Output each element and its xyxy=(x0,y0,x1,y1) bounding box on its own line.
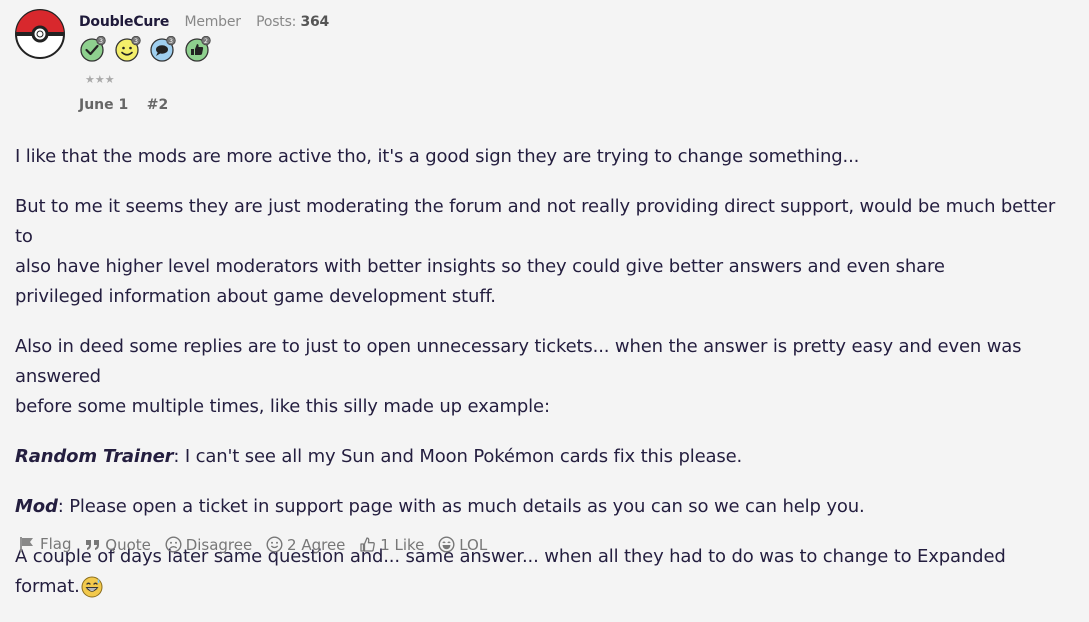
smile-icon xyxy=(266,536,283,553)
flag-button[interactable]: Flag xyxy=(18,535,72,553)
forum-post: DoubleCure Member Posts: 364 3 3 3 2 ★★★… xyxy=(0,0,1089,598)
post-meta: June 1 #2 xyxy=(79,97,168,113)
paragraph-5-text: : Please open a ticket in support page w… xyxy=(57,496,865,517)
paragraph-4-text: : I can't see all my Sun and Moon Pokémo… xyxy=(173,446,743,467)
lol-button[interactable]: LOL xyxy=(438,536,487,554)
chat-badge-icon[interactable]: 3 xyxy=(150,36,176,62)
posts-label: Posts: xyxy=(256,14,297,30)
check-badge-icon[interactable]: 3 xyxy=(80,36,106,62)
speaker-mod: Mod xyxy=(15,496,58,517)
author-line: DoubleCure Member Posts: 364 xyxy=(79,14,329,30)
paragraph-2-line-3: privileged information about game develo… xyxy=(15,286,496,307)
post-number[interactable]: #2 xyxy=(147,97,168,113)
paragraph-3: Also in deed some replies are to just to… xyxy=(15,332,1075,422)
thumbs-up-icon xyxy=(360,537,376,552)
post-actions: Flag Quote Disagree 2 Agree 1 Like LOL xyxy=(18,535,496,557)
badge-count: 3 xyxy=(169,37,173,45)
paragraph-4: Random Trainer: I can't see all my Sun a… xyxy=(15,442,1075,472)
quote-label: Quote xyxy=(105,536,151,554)
paragraph-3-line-2: before some multiple times, like this si… xyxy=(15,396,550,417)
like-button[interactable]: 1 Like xyxy=(359,536,424,554)
disagree-button[interactable]: Disagree xyxy=(165,535,253,554)
agree-button[interactable]: 2 Agree xyxy=(266,536,345,554)
disagree-label: Disagree xyxy=(185,535,253,554)
paragraph-2-line-2: also have higher level moderators with b… xyxy=(15,256,945,277)
frown-icon xyxy=(165,536,182,553)
badge-count: 3 xyxy=(134,37,138,45)
author-name[interactable]: DoubleCure xyxy=(79,14,169,30)
badge-count: 3 xyxy=(99,37,103,45)
paragraph-3-line-1: Also in deed some replies are to just to… xyxy=(15,336,1022,387)
avatar[interactable] xyxy=(15,9,65,59)
paragraph-5: Mod: Please open a ticket in support pag… xyxy=(15,492,1075,522)
smiley-badge-icon[interactable]: 3 xyxy=(115,36,141,62)
pokeball-icon xyxy=(15,9,65,59)
paragraph-2-line-1: But to me it seems they are just moderat… xyxy=(15,196,1056,247)
paragraph-1: I like that the mods are more active tho… xyxy=(15,146,860,167)
laugh-icon xyxy=(438,536,455,553)
badge-count: 2 xyxy=(204,37,208,45)
author-role: Member xyxy=(184,14,241,30)
grinning-sweat-emoji-icon xyxy=(81,576,103,598)
post-date[interactable]: June 1 xyxy=(79,97,128,113)
quote-button[interactable]: Quote xyxy=(85,536,151,554)
flag-label: Flag xyxy=(40,535,72,553)
agree-label: 2 Agree xyxy=(287,535,346,554)
posts-count: 364 xyxy=(300,14,330,30)
flag-icon xyxy=(20,537,33,552)
paragraph-2: But to me it seems they are just moderat… xyxy=(15,192,1075,312)
like-label: 1 Like xyxy=(380,535,425,554)
lol-label: LOL xyxy=(459,535,488,554)
rank-stars: ★★★ xyxy=(85,73,115,86)
quote-icon xyxy=(86,540,100,550)
thumb-badge-icon[interactable]: 2 xyxy=(185,36,211,62)
speaker-random-trainer: Random Trainer xyxy=(15,446,174,467)
